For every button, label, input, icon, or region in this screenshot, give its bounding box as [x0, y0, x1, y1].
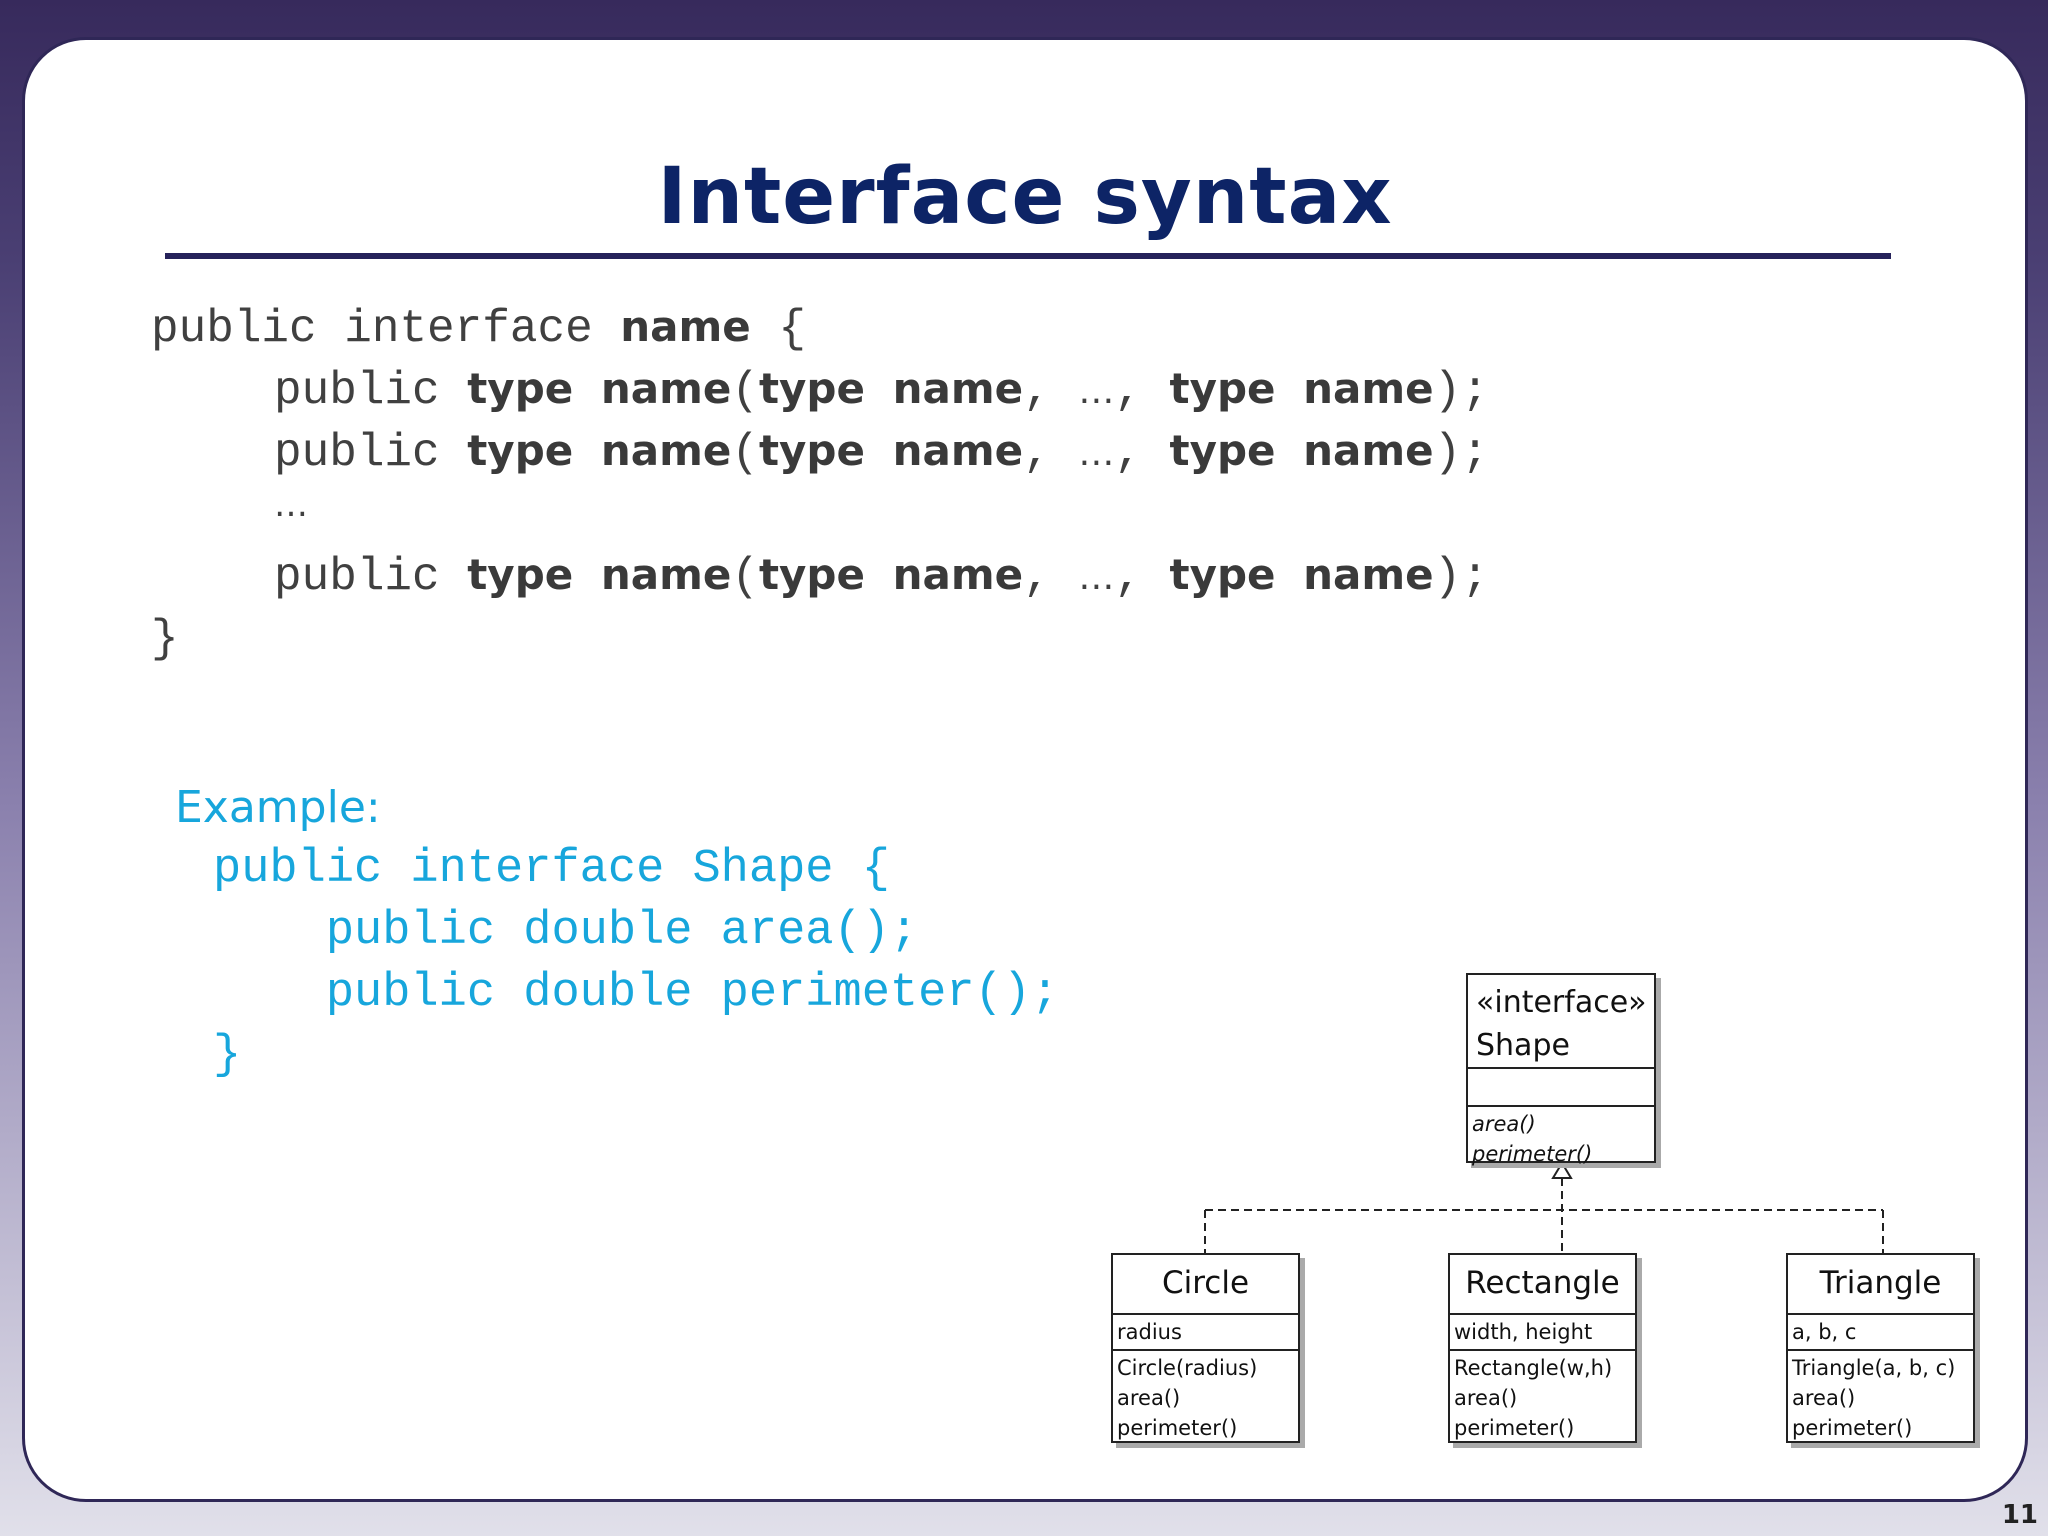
slide: Interface syntax public interface name {… — [22, 37, 2028, 1502]
uml-class-circle: Circle radius Circle(radius) area() peri… — [1111, 1253, 1300, 1443]
uml-method: perimeter() — [1792, 1416, 1913, 1440]
uml-method: Rectangle(w,h) — [1454, 1356, 1613, 1380]
uml-method: area() — [1454, 1386, 1518, 1410]
uml-method: Circle(radius) — [1117, 1356, 1258, 1380]
uml-interface-methods: area() perimeter() — [1468, 1105, 1654, 1171]
uml-method: perimeter() — [1117, 1416, 1238, 1440]
uml-connectors — [1204, 1161, 1884, 1253]
uml-methods: Rectangle(w,h) area() perimeter() — [1450, 1349, 1635, 1445]
uml-method: perimeter() — [1472, 1142, 1593, 1166]
uml-attributes-section — [1468, 1067, 1654, 1105]
uml-class-name: Circle — [1161, 1265, 1250, 1301]
page-number: 11 — [2001, 1500, 2038, 1530]
uml-method: area() — [1792, 1386, 1856, 1410]
uml-fields: width, height — [1450, 1313, 1635, 1349]
uml-fields: a, b, c — [1788, 1313, 1973, 1349]
uml-class-triangle: Triangle a, b, c Triangle(a, b, c) area(… — [1786, 1253, 1975, 1443]
uml-method: Triangle(a, b, c) — [1792, 1356, 1956, 1380]
uml-method: perimeter() — [1454, 1416, 1575, 1440]
uml-interface-name: Shape — [1476, 1028, 1570, 1063]
uml-class-name: Triangle — [1819, 1265, 1942, 1301]
uml-class-name: Rectangle — [1465, 1265, 1620, 1301]
uml-methods: Triangle(a, b, c) area() perimeter() — [1788, 1349, 1973, 1445]
uml-method: area() — [1117, 1386, 1181, 1410]
uml-stereotype: «interface» — [1476, 985, 1647, 1020]
uml-methods: Circle(radius) area() perimeter() — [1113, 1349, 1298, 1445]
uml-fields: radius — [1113, 1313, 1298, 1349]
uml-class-rectangle: Rectangle width, height Rectangle(w,h) a… — [1448, 1253, 1637, 1443]
uml-method: area() — [1472, 1112, 1536, 1136]
uml-interface-shape: «interface» Shape area() perimeter() — [1466, 973, 1656, 1166]
